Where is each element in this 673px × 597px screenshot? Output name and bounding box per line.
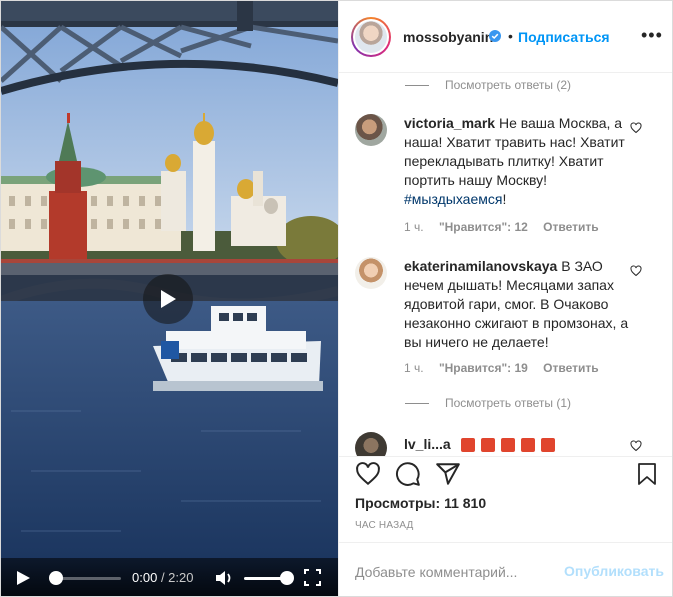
- separator: •: [508, 28, 513, 44]
- comment-text: victoria_mark Не ваша Москва, а наша! Хв…: [404, 115, 625, 207]
- reply-button[interactable]: Ответить: [543, 220, 598, 234]
- more-options-button[interactable]: •••: [641, 25, 663, 46]
- views-label: Просмотры:: [355, 495, 441, 511]
- view-replies-link[interactable]: Посмотреть ответы (2): [405, 78, 571, 92]
- play-icon[interactable]: [15, 570, 31, 586]
- comment-text: lv_li...a: [404, 435, 634, 454]
- play-icon: [161, 290, 176, 308]
- post-modal: 0:00 / 2:20 mossobyanin • Подписаться ••…: [0, 0, 673, 597]
- post-time[interactable]: ЧАС НАЗАД: [355, 520, 414, 531]
- commenter-avatar[interactable]: [355, 114, 387, 146]
- volume-handle[interactable]: [280, 571, 294, 585]
- fullscreen-icon[interactable]: [304, 569, 321, 586]
- like-comment-icon[interactable]: [630, 122, 642, 134]
- commenter-avatar[interactable]: [355, 432, 387, 456]
- views-value: 11 810: [444, 495, 487, 511]
- comment-time: 1 ч.: [404, 361, 424, 375]
- video-player[interactable]: 0:00 / 2:20: [1, 1, 338, 596]
- view-replies-link[interactable]: Посмотреть ответы (1): [405, 396, 571, 410]
- comment-icon[interactable]: [395, 461, 421, 487]
- comment-meta: 1 ч. "Нравится": 19 Ответить: [404, 361, 611, 375]
- comment-composer: Опубликовать: [339, 542, 672, 596]
- comment-likes[interactable]: "Нравится": 19: [439, 361, 528, 375]
- volume-icon[interactable]: [215, 569, 235, 587]
- hashtag-link[interactable]: #мыздыхаемся: [404, 191, 502, 207]
- post-side-panel: mossobyanin • Подписаться ••• Посмотреть…: [338, 1, 672, 596]
- post-comment-button[interactable]: Опубликовать: [564, 563, 664, 579]
- commenter-username[interactable]: lv_li...a: [404, 436, 451, 452]
- views-count[interactable]: Просмотры: 11 810: [355, 495, 486, 511]
- progress-handle[interactable]: [49, 571, 63, 585]
- reply-button[interactable]: Ответить: [543, 361, 598, 375]
- bookmark-icon[interactable]: [635, 461, 659, 487]
- comment-input[interactable]: [355, 563, 555, 581]
- play-overlay-button[interactable]: [143, 274, 193, 324]
- author-username[interactable]: mossobyanin: [403, 29, 493, 45]
- follow-button[interactable]: Подписаться: [518, 29, 610, 45]
- post-header: mossobyanin • Подписаться •••: [339, 1, 672, 73]
- comment-time: 1 ч.: [404, 220, 424, 234]
- comment-text: ekaterinamilanovskaya В ЗАО нечем дышать…: [404, 258, 629, 350]
- emoji-row: [460, 438, 555, 453]
- commenter-avatar[interactable]: [355, 257, 387, 289]
- duration: 2:20: [168, 570, 194, 585]
- heart-icon[interactable]: [355, 461, 381, 487]
- commenter-username[interactable]: victoria_mark: [404, 115, 495, 131]
- like-comment-icon[interactable]: [630, 440, 642, 452]
- share-icon[interactable]: [435, 461, 461, 487]
- current-time: 0:00: [132, 570, 158, 585]
- comments-list: Посмотреть ответы (2) victoria_mark Не в…: [339, 74, 672, 456]
- avatar[interactable]: [351, 17, 391, 57]
- like-comment-icon[interactable]: [630, 265, 642, 277]
- time-display: 0:00 / 2:20: [132, 570, 194, 585]
- comment-meta: 1 ч. "Нравится": 12 Ответить: [404, 220, 611, 234]
- comment-likes[interactable]: "Нравится": 12: [439, 220, 528, 234]
- video-controls: 0:00 / 2:20: [1, 558, 338, 596]
- commenter-username[interactable]: ekaterinamilanovskaya: [404, 258, 557, 274]
- verified-badge-icon: [489, 30, 501, 42]
